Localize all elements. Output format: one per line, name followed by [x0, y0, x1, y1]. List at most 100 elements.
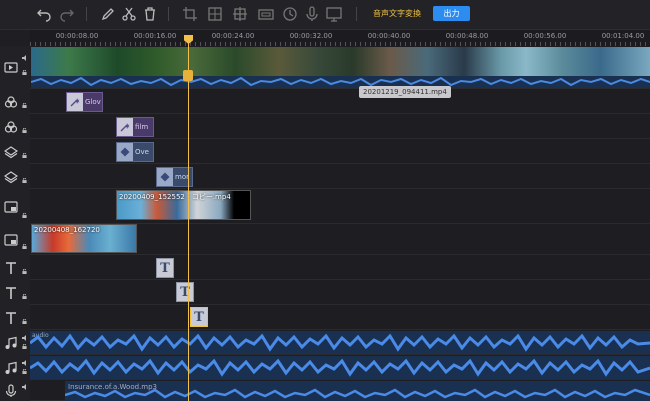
lock-icon[interactable]	[22, 244, 27, 249]
track-header-effect1	[0, 90, 30, 114]
ruler-tick-label: 00:00:16.00	[133, 32, 177, 40]
clip-filename-tooltip: 20201219_094411.mp4	[359, 86, 451, 98]
toolbar-divider	[356, 7, 357, 21]
playhead-knob[interactable]	[183, 70, 193, 81]
trash-icon[interactable]	[141, 5, 159, 23]
lock-icon[interactable]	[22, 294, 27, 299]
playhead-line[interactable]	[188, 36, 189, 401]
track-header-pip2	[0, 225, 30, 255]
pip-video-clip[interactable]: 20200409_152552 - コピー.mp4	[116, 190, 251, 220]
pip-track-icon	[4, 201, 18, 213]
text-clip-selected[interactable]: T	[190, 307, 208, 327]
lane-text1	[30, 255, 650, 280]
pip-track-icon	[4, 234, 18, 246]
lane-effect1	[30, 89, 650, 114]
overlay-diamond-icon	[117, 143, 133, 161]
track-header-overlay2	[0, 165, 30, 189]
crop-icon[interactable]	[181, 5, 199, 23]
mosaic-icon[interactable]	[231, 5, 249, 23]
lock-icon[interactable]	[22, 369, 27, 374]
overlay-track-icon	[4, 146, 18, 159]
pip-video-clip[interactable]: 20200408_162720	[31, 224, 137, 253]
text-clip[interactable]: T	[176, 282, 194, 302]
text-clip-glyph: T	[160, 260, 170, 276]
effect-clip[interactable]: film	[116, 117, 154, 137]
lock-icon[interactable]	[22, 70, 27, 75]
text-track-icon	[6, 262, 16, 274]
track-header-audio1	[0, 331, 30, 355]
audio-waveform	[30, 358, 650, 377]
screen-icon[interactable]	[325, 5, 343, 23]
ruler-tick-label: 00:00:24.00	[211, 32, 255, 40]
magic-wand-icon	[67, 93, 83, 111]
scissors-icon[interactable]	[120, 5, 138, 23]
timeline-ruler[interactable]: 00:00:08.00 00:00:16.00 00:00:24.00 00:0…	[30, 30, 650, 46]
volume-icon[interactable]	[22, 360, 28, 366]
overlay-clip-label: Ove	[135, 148, 149, 156]
volume-icon[interactable]	[22, 55, 28, 61]
undo-icon[interactable]	[35, 5, 53, 23]
audio-clip[interactable]	[30, 356, 650, 379]
pip-clip-label: 20200409_152552 - コピー.mp4	[119, 193, 231, 201]
magic-wand-icon	[117, 118, 133, 136]
text-clip[interactable]: T	[156, 258, 174, 278]
lock-icon[interactable]	[22, 178, 27, 183]
track-header-main-video	[0, 47, 30, 87]
speech-to-text-button[interactable]: 音声文字変換	[373, 8, 421, 19]
pip-clip-label: 20200408_162720	[34, 226, 100, 234]
pen-icon[interactable]	[99, 5, 117, 23]
mic-track-icon	[5, 383, 17, 397]
lock-icon[interactable]	[22, 319, 27, 324]
effect-clip[interactable]: Glov	[66, 92, 103, 112]
audio-clip[interactable]: audio	[30, 331, 650, 354]
music-track-icon	[5, 361, 17, 374]
voice-clip[interactable]: Insurance.of.a.Wood.mp3	[65, 381, 650, 401]
track-header-text1	[0, 256, 30, 280]
lock-icon[interactable]	[22, 103, 27, 108]
text-track-icon	[6, 287, 16, 299]
lane-text2	[30, 280, 650, 305]
ruler-tick-label: 00:00:32.00	[289, 32, 333, 40]
lock-icon[interactable]	[22, 213, 27, 218]
volume-icon[interactable]	[22, 384, 28, 390]
lock-icon[interactable]	[22, 269, 27, 274]
ruler-tick-label: 00:00:48.00	[445, 32, 489, 40]
redo-icon[interactable]	[58, 5, 76, 23]
overlay-diamond-icon	[157, 168, 173, 186]
lock-icon[interactable]	[22, 153, 27, 158]
toolbar-divider	[86, 7, 87, 21]
effect-clip-label: Glov	[85, 98, 101, 106]
track-header-pip1	[0, 190, 30, 224]
track-header-effect2	[0, 115, 30, 139]
ruler-tick-label: 00:00:56.00	[523, 32, 567, 40]
volume-icon[interactable]	[22, 335, 28, 341]
text-track-icon	[6, 312, 16, 324]
lane-text3	[30, 305, 650, 330]
toolbar-divider	[168, 7, 169, 21]
music-track-icon	[5, 336, 17, 349]
lock-icon[interactable]	[22, 128, 27, 133]
speed-icon[interactable]	[281, 5, 299, 23]
track-header-overlay1	[0, 140, 30, 164]
audio-waveform	[65, 388, 650, 399]
frame-icon[interactable]	[257, 5, 275, 23]
track-header-audio2	[0, 356, 30, 380]
ruler-tick-label: 00:00:08.00	[55, 32, 99, 40]
ruler-tick-label: 00:01:04.00	[601, 32, 645, 40]
overlay-clip[interactable]: Ove	[116, 142, 154, 162]
effect-track-icon	[4, 96, 18, 108]
toolbar: 音声文字変換 出力	[0, 0, 650, 30]
audio-waveform	[31, 76, 650, 88]
split-icon[interactable]	[206, 5, 224, 23]
export-button[interactable]: 出力	[433, 6, 470, 21]
mic-icon[interactable]	[303, 5, 321, 23]
track-header-text3	[0, 306, 30, 330]
text-clip-glyph: T	[194, 309, 204, 325]
overlay-clip-label: mor	[175, 173, 189, 181]
video-thumbnails	[31, 47, 650, 76]
main-video-clip[interactable]	[31, 47, 650, 88]
track-header-text2	[0, 281, 30, 305]
overlay-track-icon	[4, 171, 18, 184]
track-header-voice	[0, 380, 30, 401]
lock-icon[interactable]	[22, 344, 27, 349]
